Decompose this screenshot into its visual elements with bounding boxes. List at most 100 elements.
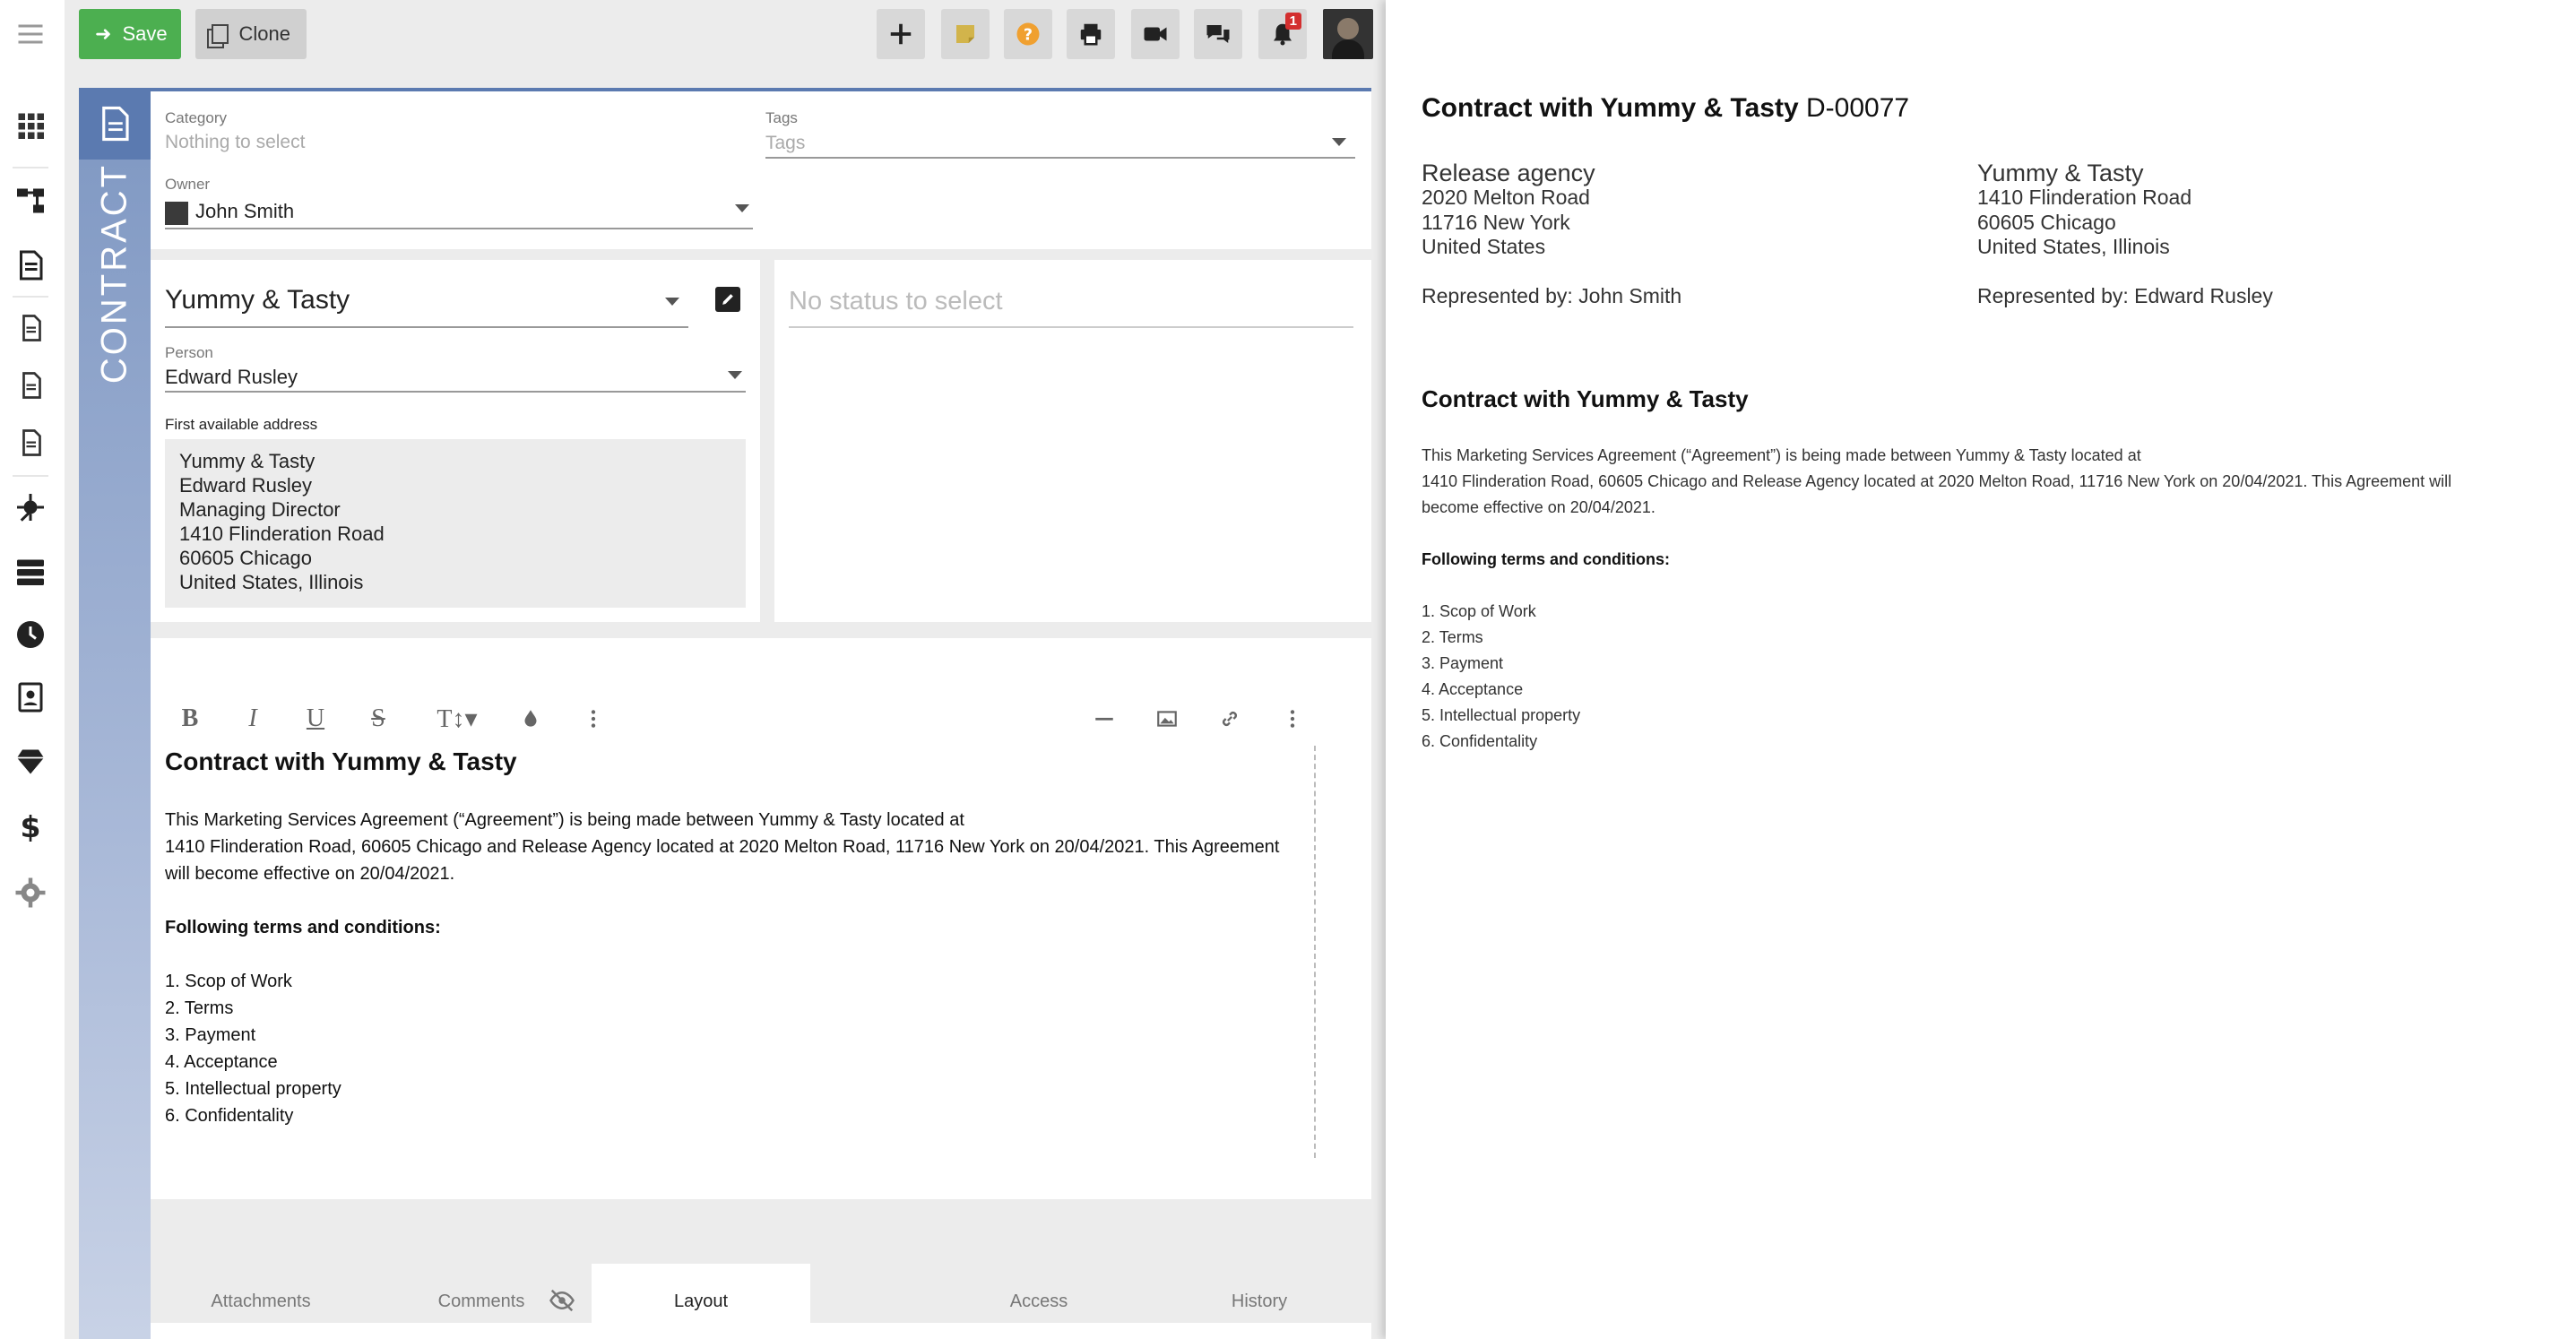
preview-title: Contract with Yummy & Tasty xyxy=(1422,93,1799,123)
preview-term-item: 6. Confidentality xyxy=(1422,732,1538,750)
print-button[interactable] xyxy=(1067,9,1115,59)
person-label: Person xyxy=(165,344,213,361)
video-camera-icon xyxy=(1144,27,1167,41)
editor-terms-heading[interactable]: Following terms and conditions: xyxy=(165,918,441,938)
nav-divider xyxy=(13,296,48,298)
italic-icon[interactable]: I xyxy=(237,703,269,735)
editor-paragraph-line[interactable]: 1410 Flinderation Road, 60605 Chicago an… xyxy=(165,837,1279,858)
contract-label-text: CONTRACT xyxy=(94,162,134,384)
help-button[interactable]: ? xyxy=(1004,9,1052,59)
tab-history[interactable]: History xyxy=(1149,1264,1370,1339)
address-line: Edward Rusley xyxy=(179,474,312,497)
preview-left-represented: Represented by: John Smith xyxy=(1422,284,1682,307)
help-icon: ? xyxy=(1016,22,1040,46)
underline-icon[interactable]: U xyxy=(299,703,332,735)
document-small-icon[interactable] xyxy=(13,310,48,346)
video-call-button[interactable] xyxy=(1131,9,1180,59)
edit-pencil-icon xyxy=(722,294,733,305)
preview-left-party-name: Release agency xyxy=(1422,160,1595,186)
contacts-book-icon[interactable] xyxy=(13,679,48,715)
tab-attachments[interactable]: Attachments xyxy=(151,1264,371,1339)
tab-label: Access xyxy=(1009,1291,1068,1311)
insert-image-icon[interactable] xyxy=(1151,703,1183,735)
editor-term-item[interactable]: 4. Acceptance xyxy=(165,1052,278,1073)
edit-company-button[interactable] xyxy=(715,287,740,312)
clone-label: Clone xyxy=(238,22,290,45)
editor-term-item[interactable]: 5. Intellectual property xyxy=(165,1079,341,1100)
tags-label: Tags xyxy=(765,109,798,126)
preview-left-party-line: 2020 Melton Road xyxy=(1422,186,1590,209)
eye-off-icon[interactable] xyxy=(549,1287,575,1314)
editor-term-item[interactable]: 2. Terms xyxy=(165,998,233,1019)
notifications-button[interactable]: 1 xyxy=(1258,9,1307,59)
save-button[interactable]: ➜ Save xyxy=(79,9,181,59)
editor-title[interactable]: Contract with Yummy & Tasty xyxy=(165,747,517,776)
status-select[interactable]: No status to select xyxy=(789,287,1003,316)
owner-dropdown-caret-icon[interactable] xyxy=(735,204,749,212)
chat-bubbles-icon xyxy=(1206,25,1230,43)
owner-underline xyxy=(165,228,753,229)
tab-label: History xyxy=(1231,1291,1288,1311)
company-underline xyxy=(165,326,688,328)
preview-right-party-name: Yummy & Tasty xyxy=(1977,160,2144,186)
add-button[interactable] xyxy=(877,9,925,59)
settings-gear-icon[interactable] xyxy=(13,875,48,911)
company-dropdown-caret-icon[interactable] xyxy=(665,298,679,306)
integrations-gear-icon[interactable] xyxy=(13,489,48,525)
preview-term-item: 3. Payment xyxy=(1422,654,1504,672)
sticky-note-icon xyxy=(956,25,974,43)
editor-term-item[interactable]: 6. Confidentality xyxy=(165,1106,293,1127)
tab-layout[interactable]: Layout xyxy=(592,1264,810,1339)
user-avatar[interactable] xyxy=(1323,9,1373,59)
preview-paragraph-line: become effective on 20/04/2021. xyxy=(1422,498,1655,516)
more-vertical-icon[interactable] xyxy=(577,703,609,735)
meta-card xyxy=(151,88,1371,249)
clock-icon[interactable] xyxy=(13,617,48,652)
hamburger-menu-icon[interactable] xyxy=(13,16,48,52)
editor-paragraph-line[interactable]: This Marketing Services Agreement (“Agre… xyxy=(165,810,964,831)
clone-button[interactable]: Clone xyxy=(195,9,307,59)
address-line: Yummy & Tasty xyxy=(179,450,316,472)
contract-document-icon[interactable] xyxy=(13,247,48,283)
tab-label: Attachments xyxy=(211,1291,311,1311)
chat-button[interactable] xyxy=(1194,9,1242,59)
bold-icon[interactable]: B xyxy=(174,703,206,735)
editor-term-item[interactable]: 3. Payment xyxy=(165,1025,255,1046)
preview-right-party-line: 1410 Flinderation Road xyxy=(1977,186,2192,209)
preview-left-party-line: 11716 New York xyxy=(1422,211,1570,234)
sticky-note-button[interactable] xyxy=(941,9,990,59)
tags-select[interactable]: Tags xyxy=(765,133,805,154)
more-vertical-icon[interactable] xyxy=(1276,703,1309,735)
dollar-icon[interactable]: $ xyxy=(13,808,48,844)
tags-dropdown-caret-icon[interactable] xyxy=(1332,138,1346,146)
preview-right-party-line: United States, Illinois xyxy=(1977,235,2170,258)
editor-term-item[interactable]: 1. Scop of Work xyxy=(165,972,292,992)
notification-badge: 1 xyxy=(1284,13,1301,30)
company-select[interactable]: Yummy & Tasty xyxy=(165,285,350,315)
database-icon[interactable] xyxy=(13,554,48,590)
person-select[interactable]: Edward Rusley xyxy=(165,366,298,389)
category-label: Category xyxy=(165,109,227,126)
category-select[interactable]: Nothing to select xyxy=(165,132,305,153)
text-color-drop-icon[interactable] xyxy=(514,703,547,735)
document-small-icon[interactable] xyxy=(13,425,48,461)
insert-link-icon[interactable] xyxy=(1214,703,1246,735)
owner-select[interactable]: John Smith xyxy=(195,200,294,223)
person-dropdown-caret-icon[interactable] xyxy=(728,371,742,379)
workflow-icon[interactable] xyxy=(13,183,48,219)
horizontal-rule-icon[interactable] xyxy=(1088,703,1120,735)
owner-label: Owner xyxy=(165,176,211,193)
font-size-icon[interactable]: T↕▾ xyxy=(432,703,482,735)
address-line: 1410 Flinderation Road xyxy=(179,523,385,545)
document-small-icon[interactable] xyxy=(13,367,48,403)
preview-right-represented: Represented by: Edward Rusley xyxy=(1977,284,2273,307)
preview-doc-number: D-00077 xyxy=(1806,93,1910,123)
tab-label: Layout xyxy=(673,1291,729,1311)
svg-text:$: $ xyxy=(21,810,41,842)
tab-access[interactable]: Access xyxy=(929,1264,1149,1339)
apps-grid-icon[interactable] xyxy=(13,108,48,143)
editor-paragraph-line[interactable]: will become effective on 20/04/2021. xyxy=(165,864,454,885)
strikethrough-icon[interactable]: S xyxy=(362,703,394,735)
svg-text:?: ? xyxy=(1024,26,1033,44)
diamond-icon[interactable] xyxy=(13,744,48,780)
